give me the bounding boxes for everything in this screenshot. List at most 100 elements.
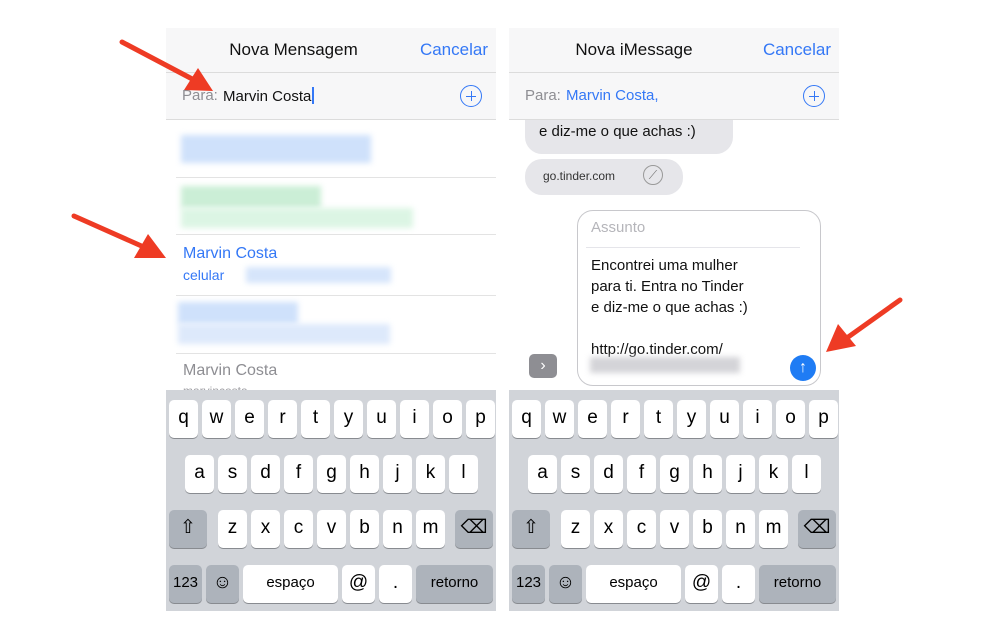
key-i[interactable]: i bbox=[400, 400, 429, 438]
divider bbox=[586, 247, 800, 248]
backspace-key[interactable]: ⌫ bbox=[455, 510, 493, 548]
key-o[interactable]: o bbox=[433, 400, 462, 438]
shift-key[interactable]: ⇧ bbox=[169, 510, 207, 548]
key-m[interactable]: m bbox=[416, 510, 445, 548]
key-b[interactable]: b bbox=[693, 510, 722, 548]
key-w[interactable]: w bbox=[202, 400, 231, 438]
key-m[interactable]: m bbox=[759, 510, 788, 548]
key-q[interactable]: q bbox=[512, 400, 541, 438]
key-z[interactable]: z bbox=[561, 510, 590, 548]
blurred-contact bbox=[181, 135, 371, 163]
key-c[interactable]: c bbox=[627, 510, 656, 548]
backspace-icon: ⌫ bbox=[803, 517, 831, 538]
shift-key[interactable]: ⇧ bbox=[512, 510, 550, 548]
key-r[interactable]: r bbox=[268, 400, 297, 438]
key-j[interactable]: j bbox=[383, 455, 412, 493]
key-p[interactable]: p bbox=[809, 400, 838, 438]
key-a[interactable]: a bbox=[185, 455, 214, 493]
expand-apps-button[interactable]: › bbox=[529, 354, 557, 378]
blurred-contact bbox=[178, 302, 298, 324]
subject-input[interactable]: Assunto bbox=[591, 219, 645, 236]
add-contact-button[interactable] bbox=[460, 85, 482, 107]
key-g[interactable]: g bbox=[660, 455, 689, 493]
dot-key[interactable]: . bbox=[379, 565, 412, 603]
backspace-key[interactable]: ⌫ bbox=[798, 510, 836, 548]
space-key[interactable]: espaço bbox=[243, 565, 338, 603]
key-z[interactable]: z bbox=[218, 510, 247, 548]
dot-key[interactable]: . bbox=[722, 565, 755, 603]
chevron-right-icon: › bbox=[540, 357, 546, 374]
key-k[interactable]: k bbox=[759, 455, 788, 493]
key-h[interactable]: h bbox=[350, 455, 379, 493]
key-d[interactable]: d bbox=[594, 455, 623, 493]
key-b[interactable]: b bbox=[350, 510, 379, 548]
key-r[interactable]: r bbox=[611, 400, 640, 438]
emoji-key[interactable]: ☺ bbox=[549, 565, 582, 603]
send-button[interactable]: ↑ bbox=[790, 355, 816, 381]
emoji-key[interactable]: ☺ bbox=[206, 565, 239, 603]
contact-suggestion[interactable]: Marvin Costa celular bbox=[176, 235, 496, 296]
key-x[interactable]: x bbox=[594, 510, 623, 548]
key-s[interactable]: s bbox=[218, 455, 247, 493]
key-c[interactable]: c bbox=[284, 510, 313, 548]
key-l[interactable]: l bbox=[449, 455, 478, 493]
key-f[interactable]: f bbox=[284, 455, 313, 493]
key-s[interactable]: s bbox=[561, 455, 590, 493]
message-compose-field[interactable]: Assunto Encontrei uma mulher para ti. En… bbox=[577, 210, 821, 386]
key-q[interactable]: q bbox=[169, 400, 198, 438]
key-y[interactable]: y bbox=[677, 400, 706, 438]
key-w[interactable]: w bbox=[545, 400, 574, 438]
recipient-input[interactable]: Marvin Costa bbox=[223, 87, 315, 105]
shift-icon: ⇧ bbox=[180, 517, 196, 538]
key-h[interactable]: h bbox=[693, 455, 722, 493]
numbers-key[interactable]: 123 bbox=[169, 565, 202, 603]
link-preview-bubble[interactable]: go.tinder.com ⟋ bbox=[525, 159, 683, 195]
key-e[interactable]: e bbox=[235, 400, 264, 438]
key-t[interactable]: t bbox=[301, 400, 330, 438]
key-a[interactable]: a bbox=[528, 455, 557, 493]
key-g[interactable]: g bbox=[317, 455, 346, 493]
add-contact-button[interactable] bbox=[803, 85, 825, 107]
contact-suggestion-blurred[interactable] bbox=[176, 121, 496, 178]
suggestion-name: Marvin Costa bbox=[183, 245, 278, 262]
cancel-button[interactable]: Cancelar bbox=[763, 40, 831, 60]
emoji-icon: ☺ bbox=[212, 572, 233, 593]
key-t[interactable]: t bbox=[644, 400, 673, 438]
key-l[interactable]: l bbox=[792, 455, 821, 493]
page-title: Nova Mensagem bbox=[229, 40, 358, 59]
contact-suggestion-blurred[interactable] bbox=[176, 178, 496, 235]
key-y[interactable]: y bbox=[334, 400, 363, 438]
blurred-contact bbox=[178, 324, 390, 344]
return-key[interactable]: retorno bbox=[416, 565, 493, 603]
key-e[interactable]: e bbox=[578, 400, 607, 438]
arrow-up-icon: ↑ bbox=[799, 359, 807, 376]
recipient-token[interactable]: Marvin Costa, bbox=[566, 87, 659, 104]
at-key[interactable]: @ bbox=[342, 565, 375, 603]
key-n[interactable]: n bbox=[383, 510, 412, 548]
contact-suggestion[interactable]: Marvin Costa marvincosta... bbox=[176, 354, 496, 398]
key-k[interactable]: k bbox=[416, 455, 445, 493]
key-f[interactable]: f bbox=[627, 455, 656, 493]
contact-suggestion-blurred[interactable] bbox=[176, 296, 496, 354]
at-key[interactable]: @ bbox=[685, 565, 718, 603]
link-preview-url: go.tinder.com bbox=[543, 169, 616, 183]
key-n[interactable]: n bbox=[726, 510, 755, 548]
key-v[interactable]: v bbox=[660, 510, 689, 548]
key-d[interactable]: d bbox=[251, 455, 280, 493]
key-o[interactable]: o bbox=[776, 400, 805, 438]
key-i[interactable]: i bbox=[743, 400, 772, 438]
key-v[interactable]: v bbox=[317, 510, 346, 548]
message-input[interactable]: Encontrei uma mulher para ti. Entra no T… bbox=[591, 255, 748, 360]
key-j[interactable]: j bbox=[726, 455, 755, 493]
space-key[interactable]: espaço bbox=[586, 565, 681, 603]
keyboard: q w e r t y u i o p a s d f g h j k l z x c v b n m ⇧ ⌫ 123 ☺ espaço @.… bbox=[166, 390, 496, 611]
key-u[interactable]: u bbox=[367, 400, 396, 438]
return-key[interactable]: retorno bbox=[759, 565, 836, 603]
recipient-field[interactable]: Para: Marvin Costa, bbox=[509, 72, 839, 120]
key-p[interactable]: p bbox=[466, 400, 495, 438]
numbers-key[interactable]: 123 bbox=[512, 565, 545, 603]
cancel-button[interactable]: Cancelar bbox=[420, 40, 488, 60]
key-u[interactable]: u bbox=[710, 400, 739, 438]
compass-icon: ⟋ bbox=[643, 165, 663, 185]
key-x[interactable]: x bbox=[251, 510, 280, 548]
